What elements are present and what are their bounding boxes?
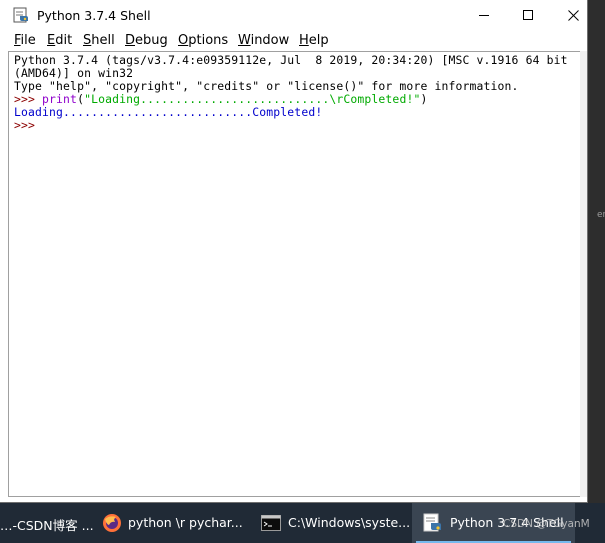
- window-title: Python 3.7.4 Shell: [37, 8, 151, 23]
- program-output: Loading...........................Comple…: [14, 105, 323, 119]
- taskbar-item-label: C:\Windows\syste...: [288, 515, 410, 530]
- menu-options[interactable]: Options: [178, 33, 228, 48]
- menu-bar: File Edit Shell Debug Options Window Hel…: [0, 31, 587, 51]
- taskbar-item-csdn[interactable]: …-CSDN博客 ...: [0, 503, 93, 543]
- maximize-icon: [523, 10, 533, 20]
- shell-text-area[interactable]: Python 3.7.4 (tags/v3.7.4:e09359112e, Ju…: [8, 51, 580, 497]
- command-line: >>> print("Loading......................…: [14, 92, 428, 106]
- shell-prompt-empty: >>>: [14, 118, 36, 132]
- menu-debug[interactable]: Debug: [125, 33, 168, 48]
- cmd-icon: [261, 513, 281, 533]
- taskbar-item-firefox[interactable]: python \r pychar...: [95, 503, 250, 543]
- title-bar[interactable]: Python 3.7.4 Shell: [0, 0, 587, 31]
- menu-help[interactable]: Help: [299, 33, 329, 48]
- background-desktop-strip: er: [588, 0, 605, 503]
- shell-prompt: >>>: [14, 92, 43, 106]
- taskbar-item-label: python \r pychar...: [128, 515, 243, 530]
- minimize-button[interactable]: [461, 0, 507, 31]
- vertical-scrollbar[interactable]: [580, 51, 587, 497]
- string-literal: "Loading...........................\rCom…: [84, 92, 421, 106]
- close-button[interactable]: [550, 0, 596, 31]
- banner-line: Python 3.7.4 (tags/v3.7.4:e09359112e, Ju…: [14, 53, 568, 67]
- taskbar-item-cmd[interactable]: C:\Windows\syste...: [252, 503, 410, 543]
- banner-line: (AMD64)] on win32: [14, 66, 134, 80]
- menu-edit[interactable]: Edit: [47, 33, 72, 48]
- background-text-fragment: er: [597, 210, 605, 220]
- idle-shell-window: Python 3.7.4 Shell File Edit Shell Debug…: [0, 0, 588, 503]
- taskbar-item-label: …-CSDN博客 ...: [0, 518, 93, 533]
- watermark: CSDN @TGyanM: [503, 518, 590, 530]
- menu-shell[interactable]: Shell: [83, 33, 115, 48]
- minimize-icon: [479, 15, 489, 16]
- menu-window[interactable]: Window: [238, 33, 289, 48]
- python-idle-icon: [13, 7, 29, 23]
- menu-file[interactable]: File: [14, 33, 36, 48]
- python-idle-icon: [423, 513, 443, 533]
- maximize-button[interactable]: [505, 0, 551, 31]
- banner-line: Type "help", "copyright", "credits" or "…: [14, 79, 519, 93]
- firefox-icon: [102, 513, 122, 533]
- close-icon: [568, 10, 579, 21]
- builtin-function: print: [42, 92, 78, 106]
